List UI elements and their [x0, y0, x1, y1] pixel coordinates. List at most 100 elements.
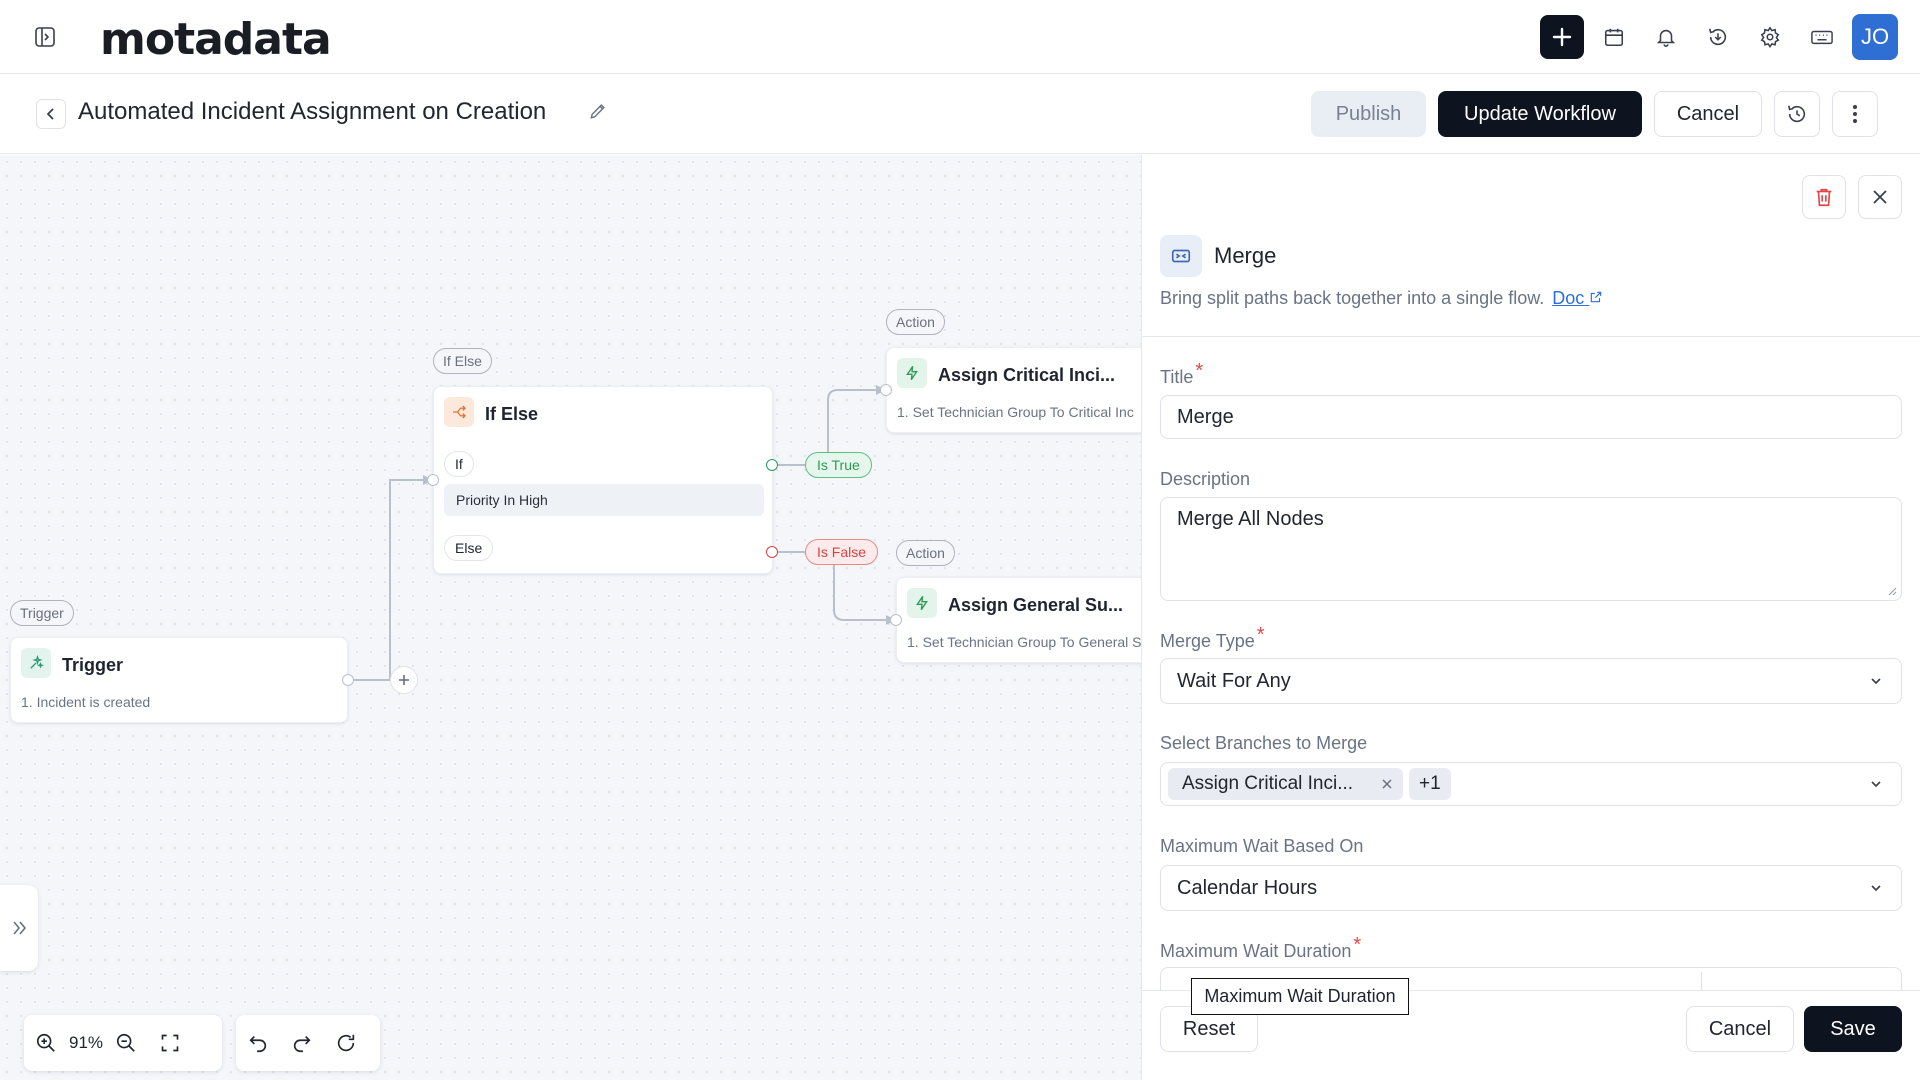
merge-type-value: Wait For Any [1177, 669, 1291, 692]
workflow-canvas[interactable]: Trigger Trigger 1. Incident is created I… [0, 155, 1141, 1080]
remove-tag-icon[interactable] [1381, 778, 1393, 790]
chevron-down-icon [1871, 781, 1881, 788]
ifelse-title: If Else [485, 404, 539, 424]
app-logo[interactable]: motadata [100, 14, 332, 65]
trigger-title: Trigger [62, 655, 124, 675]
publish-button[interactable]: Publish [1311, 91, 1426, 137]
redo-icon[interactable] [280, 1021, 324, 1065]
back-button[interactable] [36, 99, 66, 129]
delete-node-button[interactable] [1802, 175, 1846, 219]
keyboard-icon[interactable] [1800, 15, 1844, 59]
expand-sidebar-tab[interactable] [0, 885, 38, 971]
action2-badge: Action [896, 540, 955, 566]
action1-title: Assign Critical Inci... [938, 365, 1116, 385]
condition-row: Priority In High [444, 484, 764, 516]
edit-title-pencil-icon[interactable] [588, 101, 608, 126]
trigger-subtitle: 1. Incident is created [21, 694, 151, 710]
top-bar: motadata JO [0, 0, 1920, 74]
add-node-button[interactable] [390, 666, 418, 694]
wait-based-select[interactable]: Calendar Hours [1160, 865, 1902, 911]
branches-multiselect[interactable]: Assign Critical Inci... +1 [1160, 762, 1902, 806]
action1-node[interactable]: Assign Critical Inci... 1. Set Technicia… [886, 347, 1141, 433]
panel-description-text: Bring split paths back together into a s… [1160, 288, 1545, 308]
merge-icon [1160, 235, 1202, 277]
required-asterisk: * [1195, 360, 1204, 382]
zoom-level: 91% [68, 1033, 104, 1052]
merge-type-select[interactable]: Wait For Any [1160, 658, 1902, 704]
update-workflow-button[interactable]: Update Workflow [1438, 91, 1642, 137]
zoom-in-icon[interactable] [24, 1021, 68, 1065]
description-textarea[interactable]: Merge All Nodes [1160, 497, 1902, 601]
ifelse-badge: If Else [433, 348, 492, 374]
undo-icon[interactable] [236, 1021, 280, 1065]
bell-icon[interactable] [1644, 15, 1688, 59]
panel-cancel-button[interactable]: Cancel [1686, 1006, 1794, 1052]
trigger-node[interactable]: Trigger 1. Incident is created [10, 637, 348, 723]
close-panel-button[interactable] [1858, 175, 1902, 219]
merge-type-label: Merge Type * [1160, 624, 1265, 653]
resize-handle-icon[interactable] [1887, 586, 1897, 596]
user-avatar[interactable]: JO [1852, 14, 1898, 60]
merge-type-label-text: Merge Type [1160, 631, 1255, 651]
panel-description: Bring split paths back together into a s… [1160, 288, 1603, 309]
if-label: If [444, 451, 474, 477]
action1-badge: Action [886, 309, 945, 335]
chevron-down-icon [1871, 678, 1881, 685]
branch-tag: Assign Critical Inci... [1168, 768, 1404, 800]
ifelse-node[interactable]: If Else If Priority In High Else [433, 386, 773, 574]
true-output-port[interactable] [766, 459, 778, 471]
trigger-badge: Trigger [10, 600, 74, 626]
description-textarea-value: Merge All Nodes [1177, 508, 1324, 530]
zoom-controls: 91% [24, 1015, 222, 1071]
save-button[interactable]: Save [1804, 1006, 1902, 1052]
version-history-button[interactable] [1774, 91, 1820, 137]
description-label: Description [1160, 469, 1251, 489]
create-plus-icon[interactable] [1540, 15, 1584, 59]
merge-config-panel: Merge Bring split paths back together in… [1141, 155, 1920, 1080]
page-title: Automated Incident Assignment on Creatio… [78, 98, 547, 125]
zoom-out-icon[interactable] [104, 1021, 148, 1065]
is-false-pill: Is False [805, 539, 879, 565]
ifelse-input-port[interactable] [427, 474, 439, 486]
action2-node[interactable]: Assign General Su... 1. Set Technician G… [896, 577, 1141, 663]
trigger-icon [21, 648, 51, 678]
more-options-button[interactable] [1832, 91, 1878, 137]
trigger-output-port[interactable] [342, 674, 354, 686]
title-input-value: Merge [1177, 405, 1234, 428]
branch-icon [444, 397, 474, 427]
wait-duration-label: Maximum Wait Duration * [1160, 934, 1361, 963]
action1-input-port[interactable] [880, 384, 892, 396]
branch-tag-label: Assign Critical Inci... [1182, 773, 1354, 794]
is-true-pill: Is True [805, 452, 872, 478]
action1-subtitle: 1. Set Technician Group To Critical Inc [897, 404, 1134, 420]
field-tooltip: Maximum Wait Duration [1191, 978, 1409, 1015]
duration-unit-divider [1701, 972, 1702, 992]
lightning-icon [897, 358, 927, 388]
history-download-icon[interactable] [1696, 15, 1740, 59]
branches-label: Select Branches to Merge [1160, 733, 1368, 753]
calendar-icon[interactable] [1592, 15, 1636, 59]
doc-link[interactable]: Doc [1552, 288, 1603, 308]
required-asterisk: * [1353, 934, 1362, 956]
title-label-text: Title [1160, 367, 1194, 387]
workflow-header: Automated Incident Assignment on Creatio… [0, 74, 1920, 154]
action2-input-port[interactable] [890, 614, 902, 626]
panel-divider [1142, 336, 1920, 337]
cancel-button[interactable]: Cancel [1654, 91, 1762, 137]
more-branches-count[interactable]: +1 [1409, 768, 1451, 800]
title-input[interactable]: Merge [1160, 395, 1902, 439]
fit-view-icon[interactable] [148, 1021, 192, 1065]
gear-icon[interactable] [1748, 15, 1792, 59]
lightning-icon [907, 588, 937, 618]
refresh-icon[interactable] [324, 1021, 368, 1065]
false-output-port[interactable] [766, 546, 778, 558]
external-link-icon [1591, 291, 1602, 303]
action2-subtitle: 1. Set Technician Group To General S [907, 634, 1141, 650]
chevron-down-icon [1871, 885, 1881, 892]
sidebar-toggle-icon[interactable] [30, 22, 60, 52]
else-label: Else [444, 535, 494, 561]
doc-link-label[interactable]: Doc [1552, 288, 1584, 308]
wait-based-label: Maximum Wait Based On [1160, 836, 1364, 856]
required-asterisk: * [1256, 624, 1265, 646]
wait-duration-label-text: Maximum Wait Duration [1160, 941, 1352, 961]
